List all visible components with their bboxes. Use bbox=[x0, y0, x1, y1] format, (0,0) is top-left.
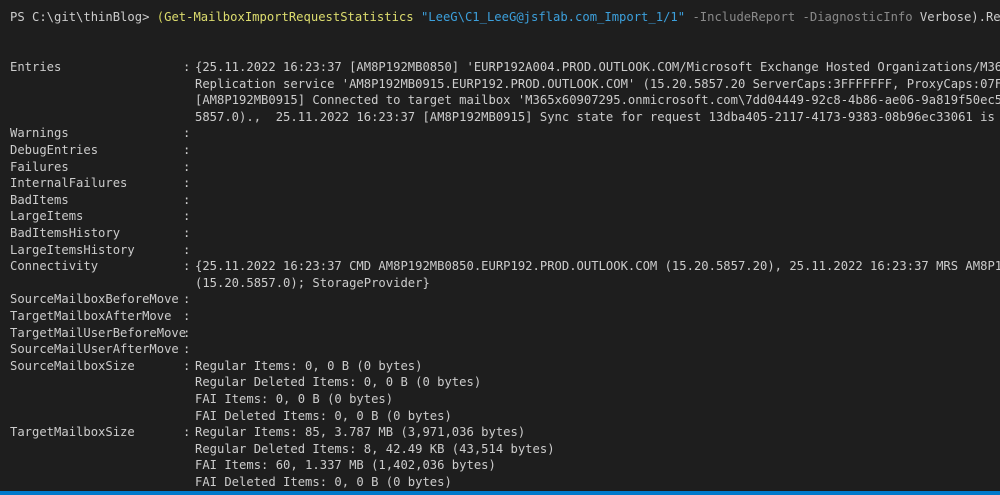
terminal-panel[interactable]: PS C:\git\thinBlog> (Get-MailboxImportRe… bbox=[0, 0, 1000, 491]
property-name: BadItems bbox=[10, 192, 69, 207]
status-bar bbox=[0, 491, 1000, 495]
property-name: TargetMailboxAfterMove bbox=[10, 309, 172, 323]
property-separator: : bbox=[183, 358, 191, 373]
property-name: TargetMailboxSize bbox=[10, 425, 135, 440]
open-paren: ( bbox=[156, 10, 165, 24]
property-value: Regular Items: 0, 0 B (0 bytes) Regular D… bbox=[195, 358, 481, 424]
property-value-line: {25.11.2022 16:23:37 CMD AM8P192MB0850.E… bbox=[195, 259, 1000, 274]
property-value-line: FAI Items: 60, 1.337 MB (1,402,036 bytes… bbox=[195, 458, 496, 473]
property-value-line: Replication service 'AM8P192MB0915.EURP1… bbox=[195, 76, 1000, 91]
property-value-line: Regular Items: 0, 0 B (0 bytes) bbox=[195, 358, 423, 373]
property-name: InternalFailures bbox=[10, 176, 128, 191]
property-separator: : bbox=[183, 292, 191, 307]
property-separator: : bbox=[183, 226, 191, 240]
property-name: Connectivity bbox=[10, 259, 99, 274]
property-name: DebugEntries bbox=[10, 143, 99, 157]
property-value-line: Regular Deleted Items: 8, 42.49 KB (43,5… bbox=[195, 441, 555, 456]
property-name: LargeItems bbox=[10, 209, 84, 224]
property-value-line: {25.11.2022 16:23:37 [AM8P192MB0850] 'EU… bbox=[195, 60, 1000, 74]
diagnostic-info-arg: Verbose bbox=[919, 10, 972, 24]
property-separator: : bbox=[183, 309, 191, 323]
property-value-line: FAI Deleted Items: 0, 0 B (0 bytes) bbox=[195, 408, 452, 423]
property-value: {25.11.2022 16:23:37 CMD AM8P192MB0850.E… bbox=[195, 258, 1000, 291]
property-value-line: Regular Items: 85, 3.787 MB (3,971,036 b… bbox=[195, 425, 526, 440]
property-value-line: Regular Deleted Items: 0, 0 B (0 bytes) bbox=[195, 375, 482, 390]
property-name: SourceMailboxBeforeMove bbox=[10, 292, 179, 307]
property-value-line: (15.20.5857.0); StorageProvider} bbox=[195, 275, 430, 290]
property-separator: : bbox=[183, 192, 191, 207]
property-name: BadItemsHistory bbox=[10, 226, 121, 240]
property-separator: : bbox=[183, 126, 191, 141]
property-separator: : bbox=[183, 143, 191, 157]
property-separator: : bbox=[183, 342, 191, 357]
property-value-line: 5857.0)., 25.11.2022 16:23:37 [AM8P192MB… bbox=[195, 109, 1000, 124]
property-name: Warnings bbox=[10, 126, 69, 141]
property-value: {25.11.2022 16:23:37 [AM8P192MB0850] 'EU… bbox=[195, 59, 1000, 125]
property-separator: : bbox=[183, 209, 191, 224]
include-report-param: -IncludeReport bbox=[692, 10, 796, 24]
property-separator: : bbox=[183, 60, 191, 74]
property-name: Entries bbox=[10, 60, 62, 74]
property-name: SourceMailUserAfterMove bbox=[10, 342, 179, 357]
property-separator: : bbox=[183, 259, 191, 274]
identity-string: "LeeG\C1_LeeG@jsflab.com_Import_1/1" bbox=[420, 10, 686, 24]
property-separator: : bbox=[183, 425, 191, 440]
property-name: LargeItemsHistory bbox=[10, 242, 135, 257]
property-separator: : bbox=[183, 176, 191, 191]
report-accessor: ).Report bbox=[971, 10, 1000, 24]
command-line: PS C:\git\thinBlog> (Get-MailboxImportRe… bbox=[10, 9, 1000, 26]
property-name: SourceMailboxSize bbox=[10, 358, 135, 373]
property-name: TargetMailUserBeforeMove bbox=[10, 325, 187, 340]
prompt-path: PS C:\git\thinBlog> bbox=[10, 10, 150, 24]
diagnostic-info-param: -DiagnosticInfo bbox=[802, 10, 913, 24]
property-value-line: FAI Deleted Items: 0, 0 B (0 bytes) bbox=[195, 474, 452, 489]
property-separator: : bbox=[183, 325, 191, 340]
property-name: Failures bbox=[10, 159, 69, 174]
property-separator: : bbox=[183, 242, 191, 257]
property-value-line: [AM8P192MB0915] Connected to target mail… bbox=[195, 93, 1000, 108]
property-value: Regular Items: 85, 3.787 MB (3,971,036 b… bbox=[195, 424, 555, 490]
property-separator: : bbox=[183, 159, 191, 174]
property-value-line: FAI Items: 0, 0 B (0 bytes) bbox=[195, 391, 394, 406]
cmdlet-name: Get-MailboxImportRequestStatistics bbox=[164, 10, 414, 24]
